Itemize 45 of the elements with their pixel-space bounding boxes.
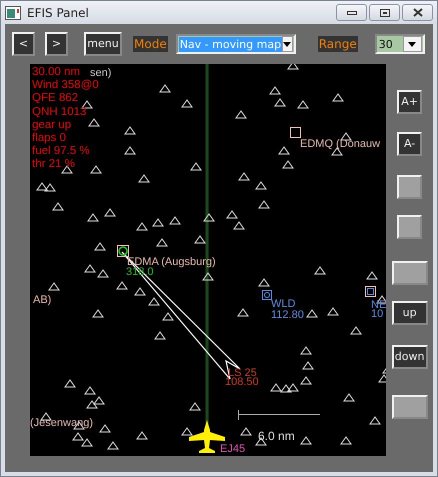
previous-button[interactable]: < [12,32,35,56]
map-label: AB) [33,295,52,306]
status-text: thr 21 % [32,158,76,172]
close-icon [412,8,422,17]
range-select[interactable]: 30 [374,34,425,54]
status-text: flaps 0 [32,132,67,146]
map-label: (Jesenwang) [30,418,93,429]
dropdown-arrow-icon [408,42,416,46]
window-title: EFIS Panel [27,4,89,22]
vor-marker [262,290,272,300]
menu-button[interactable]: menu [84,32,122,56]
range-label: Range [318,36,358,52]
side-button[interactable]: A+ [397,90,422,114]
status-text: gear up [32,118,72,132]
map-label: WLD [271,299,296,310]
blank-button[interactable] [392,261,428,285]
map-label: 108.50 [225,377,259,388]
close-button[interactable] [402,4,433,21]
side-button[interactable]: A- [397,132,422,156]
side-button[interactable]: down [392,345,428,369]
blank-button[interactable] [397,175,422,199]
blank-button[interactable] [397,215,422,239]
vor-marker [365,286,376,297]
map-label: 10 [371,309,384,320]
map-label: EDMQ (Donauw [300,139,380,150]
minimize-button[interactable] [336,4,367,21]
status-text: QNH 1013 [32,106,88,119]
airport-marker [290,127,301,138]
status-text: fuel 97.5 % [32,145,91,158]
maximize-button[interactable] [369,4,400,21]
map-label: EJ45 [220,444,246,455]
scale-label: 6.0 nm [258,431,295,442]
blank-button[interactable] [392,395,428,419]
dropdown-arrow-icon [283,42,292,46]
app-icon [5,6,21,20]
map-label: sen) [90,68,112,79]
ndb-marker [117,245,129,257]
status-text: Wind 358@0 [32,79,99,92]
maximize-icon [380,8,390,16]
status-text: QFE 862 [32,92,80,106]
map-label: 112.80 [271,310,304,321]
mode-label: Mode [133,36,168,52]
next-button[interactable]: > [45,32,68,56]
minimize-icon [346,10,356,14]
side-button[interactable]: up [392,301,428,325]
